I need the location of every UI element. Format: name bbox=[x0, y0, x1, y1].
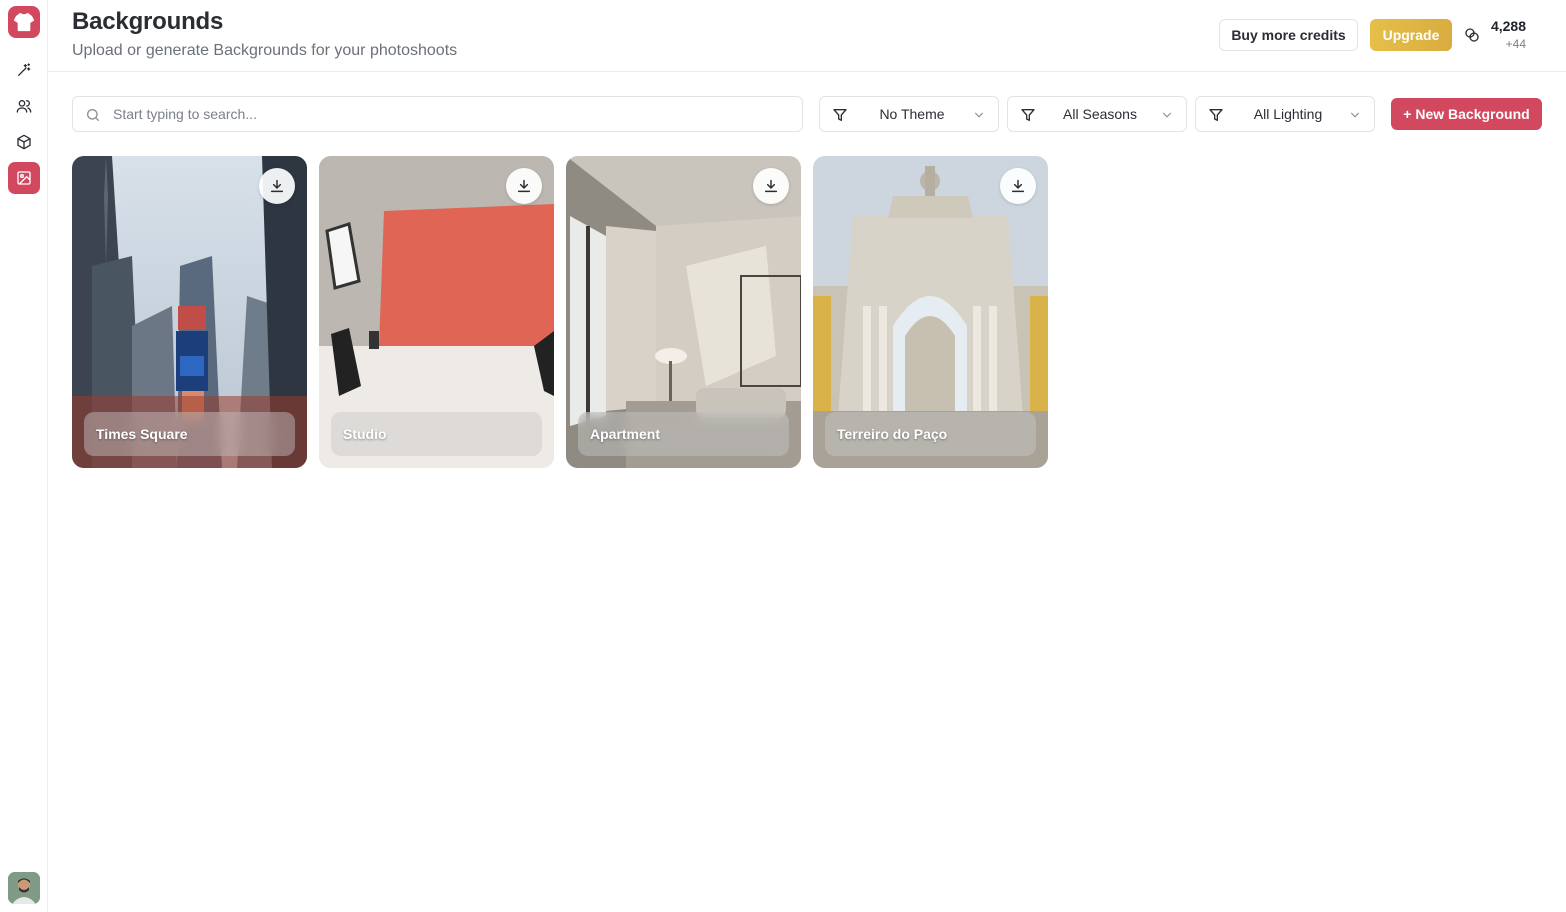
image-icon bbox=[17, 171, 31, 185]
download-icon bbox=[517, 179, 531, 193]
user-avatar[interactable] bbox=[8, 872, 40, 904]
lighting-filter-label: All Lighting bbox=[1253, 106, 1323, 122]
theme-filter-label: No Theme bbox=[879, 106, 945, 122]
background-name: Apartment bbox=[578, 412, 789, 456]
chevron-down-icon bbox=[1350, 112, 1360, 118]
background-card-times-square[interactable]: Times Square bbox=[72, 156, 307, 468]
buy-credits-button[interactable]: Buy more credits bbox=[1219, 19, 1358, 51]
background-card-apartment[interactable]: Apartment bbox=[566, 156, 801, 468]
page-header: Backgrounds Upload or generate Backgroun… bbox=[48, 0, 1566, 72]
sidebar bbox=[0, 0, 48, 912]
chevron-down-icon bbox=[1162, 112, 1172, 118]
coins-icon bbox=[1465, 28, 1479, 42]
filter-icon bbox=[1021, 109, 1035, 121]
page-subtitle: Upload or generate Backgrounds for your … bbox=[72, 42, 458, 59]
download-button[interactable] bbox=[259, 168, 295, 204]
download-icon bbox=[1011, 179, 1025, 193]
sidebar-item-generate[interactable] bbox=[8, 54, 40, 86]
users-icon bbox=[16, 100, 32, 113]
background-card-terreiro-do-paco[interactable]: Terreiro do Paço bbox=[813, 156, 1048, 468]
chevron-down-icon bbox=[974, 112, 984, 118]
theme-filter-select[interactable]: No Theme bbox=[819, 96, 999, 132]
sidebar-item-backgrounds[interactable] bbox=[8, 162, 40, 194]
credits-delta: +44 bbox=[1505, 37, 1526, 51]
sidebar-item-products[interactable] bbox=[8, 126, 40, 158]
app-root: Backgrounds Upload or generate Backgroun… bbox=[0, 0, 1566, 912]
search-icon bbox=[87, 109, 99, 121]
upgrade-button[interactable]: Upgrade bbox=[1370, 19, 1452, 51]
download-icon bbox=[270, 179, 284, 193]
season-filter-label: All Seasons bbox=[1063, 106, 1137, 122]
background-name: Terreiro do Paço bbox=[825, 412, 1036, 456]
sidebar-item-models[interactable] bbox=[8, 90, 40, 122]
background-name: Times Square bbox=[84, 412, 295, 456]
shirt-logo-icon[interactable] bbox=[8, 6, 40, 38]
box-icon bbox=[17, 134, 31, 150]
search-bar bbox=[72, 96, 803, 132]
background-name: Studio bbox=[331, 412, 542, 456]
search-input[interactable] bbox=[113, 97, 793, 131]
page-title: Backgrounds bbox=[72, 8, 224, 35]
filter-icon bbox=[1209, 109, 1223, 121]
download-button[interactable] bbox=[1000, 168, 1036, 204]
lighting-filter-select[interactable]: All Lighting bbox=[1195, 96, 1375, 132]
filter-icon bbox=[833, 109, 847, 121]
new-background-button[interactable]: + New Background bbox=[1391, 98, 1542, 130]
background-card-studio[interactable]: Studio bbox=[319, 156, 554, 468]
download-button[interactable] bbox=[506, 168, 542, 204]
download-button[interactable] bbox=[753, 168, 789, 204]
magic-wand-icon bbox=[18, 63, 31, 76]
download-icon bbox=[764, 179, 778, 193]
season-filter-select[interactable]: All Seasons bbox=[1007, 96, 1187, 132]
credits-total: 4,288 bbox=[1490, 18, 1526, 34]
